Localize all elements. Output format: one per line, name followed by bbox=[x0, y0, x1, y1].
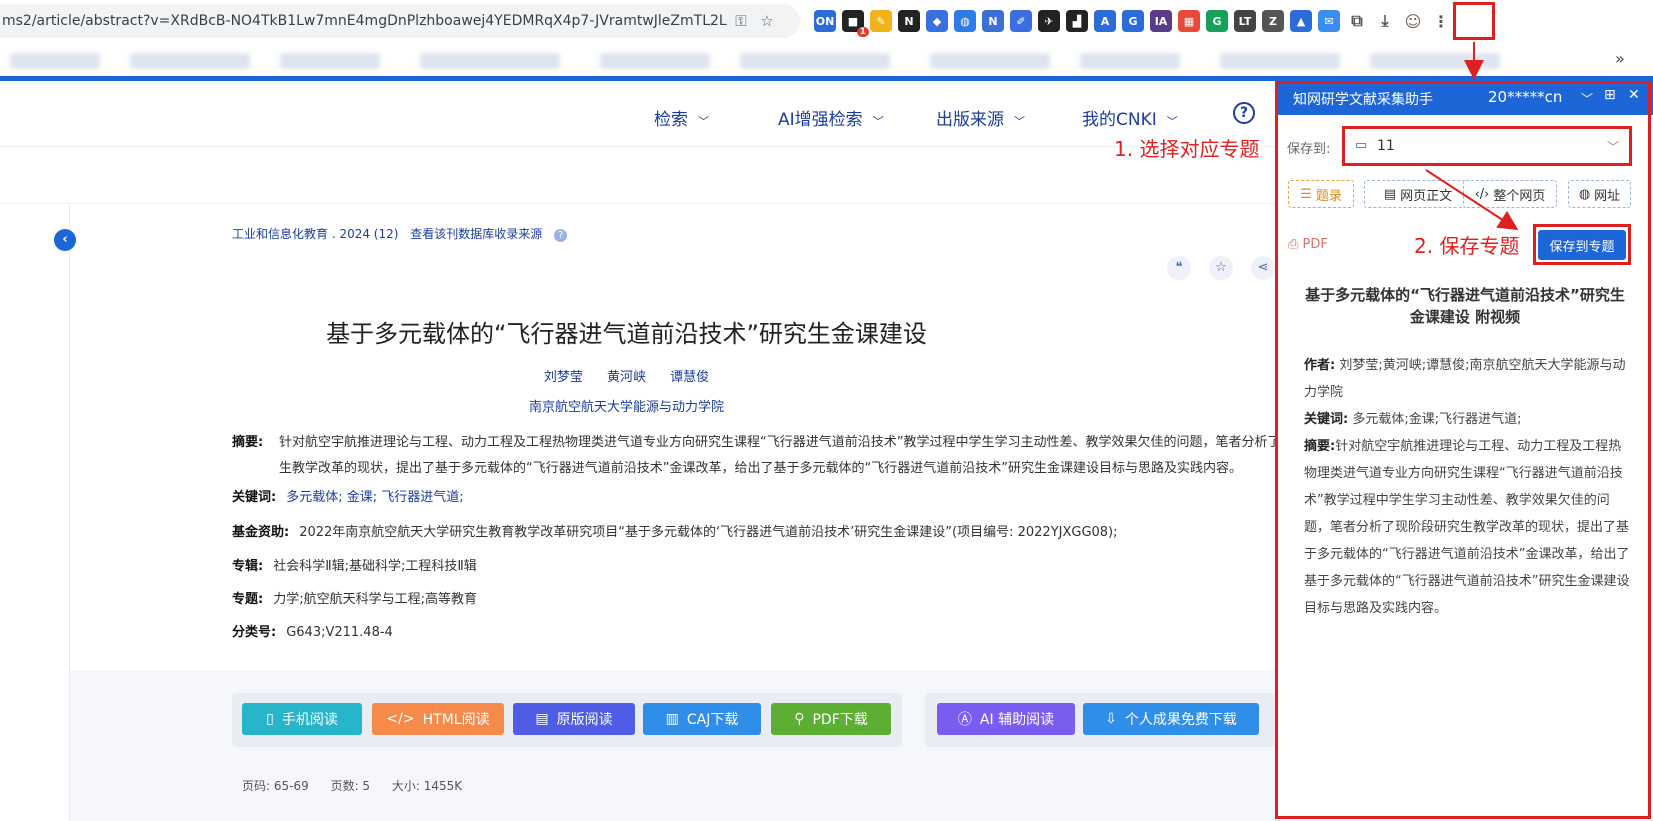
annotation-arrows bbox=[1425, 42, 1519, 231]
arrow-select-to-save bbox=[1425, 169, 1519, 231]
